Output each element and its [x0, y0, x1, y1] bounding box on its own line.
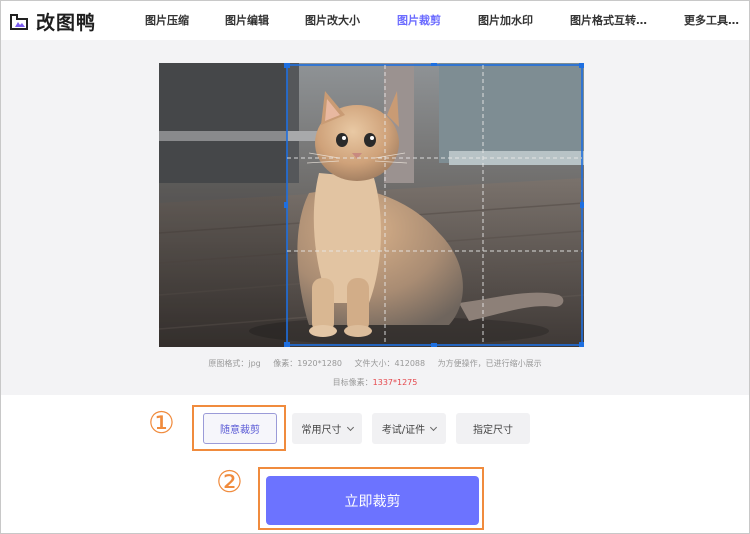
original-format: 原图格式：jpg [208, 359, 261, 368]
logo-text: 改图鸭 [36, 12, 97, 34]
exam-id-dropdown[interactable]: 考试/证件 [372, 413, 446, 444]
cat-photo [159, 63, 584, 347]
target-pixels-label: 目标像素： [332, 378, 373, 387]
custom-size-button[interactable]: 指定尺寸 [456, 413, 530, 444]
crop-workarea: 原图格式：jpg 像素：1920*1280 文件大小：412088 为方便操作，… [1, 40, 749, 395]
nav-more-tools[interactable]: 更多工具… [684, 12, 739, 28]
original-pixels: 像素：1920*1280 [273, 359, 342, 368]
original-image-info: 原图格式：jpg 像素：1920*1280 文件大小：412088 为方便操作，… [1, 358, 749, 369]
target-pixels-value: 1337*1275 [372, 378, 418, 387]
logo[interactable]: 改图鸭 [9, 8, 96, 35]
nav-image-resize[interactable]: 图片改大小 [305, 12, 360, 28]
scaled-preview-note: 为方便操作，已进行缩小展示 [437, 359, 542, 368]
common-size-label: 常用尺寸 [301, 425, 342, 436]
chevron-down-icon [430, 423, 438, 431]
common-size-dropdown[interactable]: 常用尺寸 [292, 413, 362, 444]
step1-number: ① [148, 406, 175, 441]
step2-highlight-box [258, 467, 484, 530]
custom-size-label: 指定尺寸 [473, 425, 513, 436]
original-filesize: 文件大小：412088 [354, 359, 426, 368]
nav-image-crop[interactable]: 图片裁剪 [397, 12, 441, 28]
step1-highlight-box [192, 405, 286, 451]
exam-id-label: 考试/证件 [381, 425, 426, 436]
chevron-down-icon [346, 423, 354, 431]
nav-image-compress[interactable]: 图片压缩 [145, 12, 189, 28]
target-pixels-info: 目标像素：1337*1275 [1, 377, 749, 388]
top-navbar: 改图鸭 图片压缩 图片编辑 图片改大小 图片裁剪 图片加水印 图片格式互转… 更… [1, 1, 749, 39]
nav-image-watermark[interactable]: 图片加水印 [478, 12, 533, 28]
step2-number: ② [216, 465, 243, 500]
nav-image-edit[interactable]: 图片编辑 [225, 12, 269, 28]
nav-format-convert[interactable]: 图片格式互转… [570, 12, 647, 28]
logo-icon [9, 13, 29, 31]
